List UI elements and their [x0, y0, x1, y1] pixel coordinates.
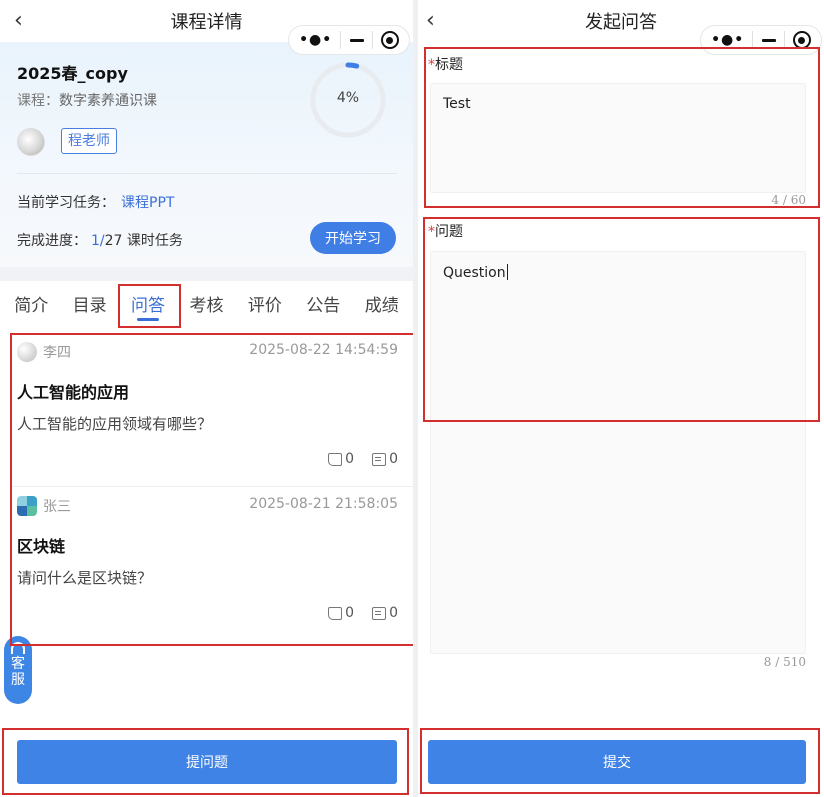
qa-user: 李四 — [17, 342, 71, 362]
start-learning-button[interactable]: 开始学习 — [310, 222, 396, 254]
question-input-value: Question — [443, 265, 506, 281]
course-card: 2025春_copy 课程：数字素养通识课 程老师 4% 当前学习任务： 课程PP… — [0, 42, 413, 267]
teacher-tag[interactable]: 程老师 — [61, 128, 117, 154]
divider — [17, 173, 397, 174]
qa-title: 人工智能的应用 — [17, 383, 130, 402]
course-label: 课程： — [17, 93, 59, 109]
qa-user-name: 张三 — [43, 499, 71, 515]
headset-icon — [11, 642, 25, 654]
title-input-value: Test — [443, 96, 471, 112]
minimize-icon[interactable] — [761, 38, 776, 42]
title-input[interactable]: Test — [430, 83, 806, 193]
page-title: 课程详情 — [170, 12, 243, 33]
course-title: 2025春_copy — [17, 64, 128, 83]
like-button[interactable]: 0 — [328, 605, 354, 621]
tab-qa[interactable]: 问答 — [131, 281, 165, 325]
tab-catalog[interactable]: 目录 — [73, 281, 107, 325]
qa-body: 请问什么是区块链？ — [17, 569, 153, 587]
task-link[interactable]: 课程PPT — [121, 195, 174, 211]
like-count: 0 — [345, 451, 355, 467]
title-field-label: *标题 — [428, 54, 463, 74]
like-button[interactable]: 0 — [328, 451, 354, 467]
capsule-separator — [752, 31, 754, 49]
question-field-label: *问题 — [428, 221, 463, 241]
qa-item[interactable]: 李四 2025-08-22 14:54:59 人工智能的应用 人工智能的应用领域… — [10, 333, 413, 487]
course-name: 数字素养通识课 — [59, 93, 157, 109]
user-avatar — [17, 342, 37, 362]
tab-assessment[interactable]: 考核 — [189, 281, 223, 325]
tab-bar: 简介 目录 问答 考核 评价 公告 成绩 — [0, 281, 413, 325]
chevron-left-icon[interactable]: ‹ — [14, 8, 23, 33]
minimize-icon[interactable] — [349, 38, 364, 42]
qa-actions: 0 0 — [310, 451, 398, 467]
comment-icon — [372, 452, 387, 466]
progress-done: 1/ — [91, 233, 105, 249]
comment-button[interactable]: 0 — [372, 605, 398, 621]
comment-count: 0 — [389, 451, 398, 467]
course-detail-screen: ‹ 课程详情 2025春_copy 课程：数字素养通识课 程老师 4% 当前学习… — [0, 0, 413, 797]
tab-grades[interactable]: 成绩 — [365, 281, 399, 325]
text-caret — [506, 264, 508, 280]
capsule-separator — [340, 31, 342, 49]
title-label-text: 标题 — [435, 57, 463, 73]
progress-total: 27 课时任务 — [104, 233, 183, 249]
task-label: 当前学习任务： — [17, 195, 115, 211]
comment-count: 0 — [389, 605, 398, 621]
capsule-separator — [371, 31, 373, 49]
qa-time: 2025-08-21 21:58:05 — [249, 496, 398, 512]
qa-actions: 0 0 — [310, 605, 398, 621]
qa-body: 人工智能的应用领域有哪些？ — [17, 415, 213, 433]
current-task-row: 当前学习任务： 课程PPT — [17, 192, 174, 212]
more-dots-icon[interactable]: •●• — [299, 32, 332, 48]
course-subtitle: 课程：数字素养通识课 — [17, 90, 157, 110]
close-target-icon[interactable] — [792, 31, 811, 49]
ask-question-screen: ‹ 发起问答 *标题 Test 4 / 60 *问题 Question 8 / … — [418, 0, 824, 797]
required-mark: * — [428, 57, 435, 73]
required-mark: * — [428, 224, 435, 240]
miniprogram-capsule: •●• — [288, 25, 410, 55]
ask-question-button[interactable]: 提问题 — [17, 740, 397, 784]
teacher-avatar — [17, 128, 45, 156]
customer-service-button[interactable]: 客 服 — [4, 636, 32, 704]
cs-label-2: 服 — [11, 672, 25, 688]
qa-list: 李四 2025-08-22 14:54:59 人工智能的应用 人工智能的应用领域… — [10, 333, 413, 641]
close-target-icon[interactable] — [380, 31, 399, 49]
qa-user-name: 李四 — [43, 345, 71, 361]
title-char-counter: 4 / 60 — [771, 193, 806, 207]
qa-user: 张三 — [17, 496, 71, 516]
comment-button[interactable]: 0 — [372, 451, 398, 467]
comment-icon — [372, 606, 387, 620]
question-char-counter: 8 / 510 — [763, 655, 806, 669]
qa-item[interactable]: 张三 2025-08-21 21:58:05 区块链 请问什么是区块链？ 0 0 — [10, 487, 413, 641]
page-title: 发起问答 — [585, 12, 657, 33]
cs-label-1: 客 — [11, 656, 25, 672]
thumbs-up-icon — [328, 452, 343, 466]
question-label-text: 问题 — [435, 224, 463, 240]
qa-time: 2025-08-22 14:54:59 — [249, 342, 398, 358]
capsule-separator — [783, 31, 785, 49]
section-gap — [0, 267, 413, 281]
progress-row: 完成进度： 1/27 课时任务 — [17, 230, 183, 250]
more-dots-icon[interactable]: •●• — [711, 32, 744, 48]
miniprogram-capsule: •●• — [700, 25, 822, 55]
qa-title: 区块链 — [17, 537, 66, 556]
user-avatar — [17, 496, 37, 516]
tab-notice[interactable]: 公告 — [306, 281, 340, 325]
question-textarea[interactable]: Question — [430, 251, 806, 654]
tab-review[interactable]: 评价 — [248, 281, 282, 325]
progress-percent: 4% — [336, 90, 360, 106]
chevron-left-icon[interactable]: ‹ — [426, 8, 435, 33]
submit-button[interactable]: 提交 — [428, 740, 806, 784]
progress-label: 完成进度： — [17, 233, 87, 249]
tab-intro[interactable]: 简介 — [14, 281, 48, 325]
like-count: 0 — [345, 605, 355, 621]
thumbs-up-icon — [328, 606, 343, 620]
